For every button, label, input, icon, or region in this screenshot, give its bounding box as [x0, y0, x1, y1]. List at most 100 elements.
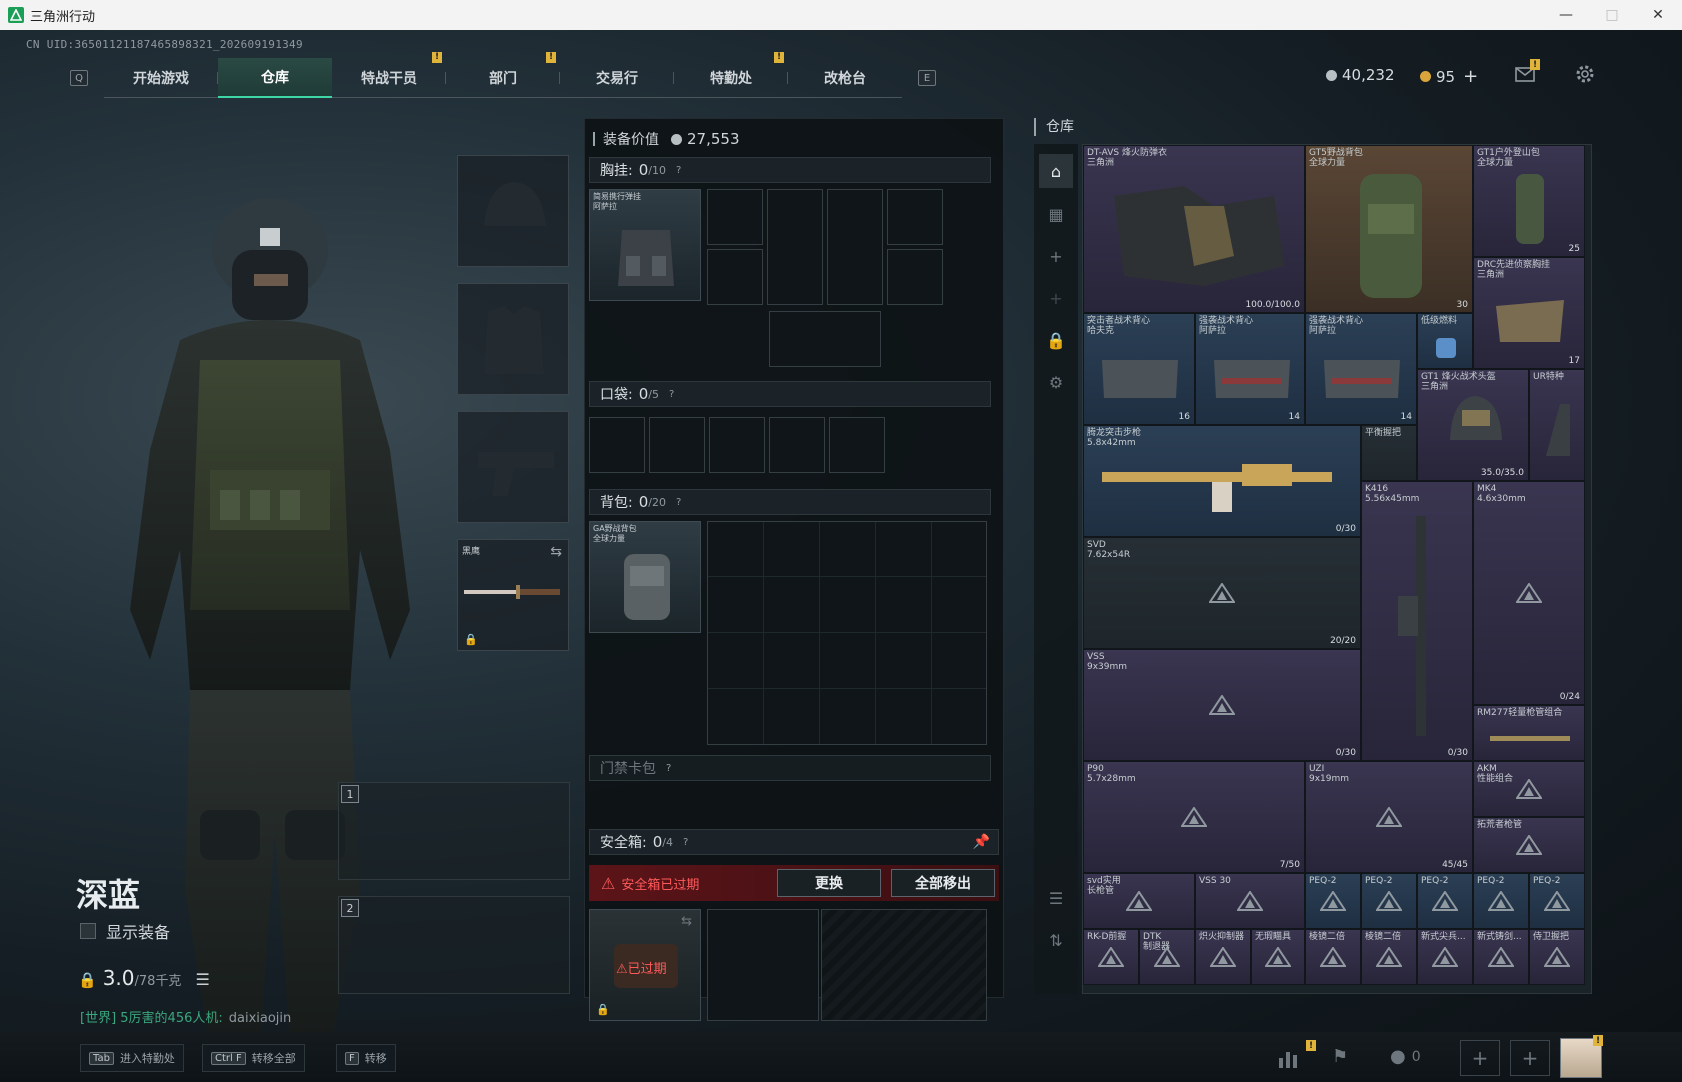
helmet-slot[interactable]: [457, 155, 569, 267]
inventory-item[interactable]: RK-D前握: [1083, 929, 1139, 985]
inventory-item[interactable]: GT1户外登山包 全球力量 25: [1473, 145, 1585, 257]
hint-transfer[interactable]: F 转移: [336, 1044, 396, 1072]
hint-transfer-all[interactable]: Ctrl F 转移全部: [202, 1044, 305, 1072]
grid-cell[interactable]: [887, 189, 943, 245]
inventory-item[interactable]: 无瑕瞄具: [1251, 929, 1305, 985]
inventory-item[interactable]: 新式铸剑...: [1473, 929, 1529, 985]
inventory-item[interactable]: 强袭战术背心 阿萨拉 14: [1195, 313, 1305, 425]
storage-box-icon[interactable]: ▦: [1044, 202, 1068, 226]
close-button[interactable]: ✕: [1636, 0, 1680, 30]
inventory-item[interactable]: 平衡握把: [1361, 425, 1417, 481]
inventory-item[interactable]: PEQ-2: [1529, 873, 1585, 929]
inventory-item[interactable]: 腾龙突击步枪 5.8x42mm 0/30: [1083, 425, 1361, 537]
add-squad-slot-button[interactable]: +: [1460, 1040, 1500, 1076]
inventory-item[interactable]: K416 5.56x45mm 0/30: [1361, 481, 1473, 761]
inventory-item[interactable]: AKM 性能组合: [1473, 761, 1585, 817]
primary-weapon-slot-1[interactable]: 1: [338, 782, 570, 880]
help-icon[interactable]: ?: [676, 497, 681, 508]
help-icon[interactable]: ?: [676, 165, 681, 176]
pistol-slot[interactable]: [457, 411, 569, 523]
nav-next-key[interactable]: E: [918, 70, 936, 86]
grid-cell[interactable]: [589, 417, 645, 473]
inventory-item[interactable]: PEQ-2: [1361, 873, 1417, 929]
swap-icon[interactable]: ⇆: [550, 544, 562, 560]
inventory-item[interactable]: 强袭战术背心 阿萨拉 14: [1305, 313, 1417, 425]
inventory-item[interactable]: UR特种: [1529, 369, 1585, 481]
grid-cell[interactable]: [769, 311, 881, 367]
minimize-button[interactable]: —: [1544, 0, 1588, 30]
tab-operators[interactable]: 特战干员!: [332, 51, 446, 98]
tab-department[interactable]: 部门!: [446, 51, 560, 98]
sort-icon[interactable]: ⇅: [1044, 928, 1068, 952]
inventory-item[interactable]: svd实用 长枪管: [1083, 873, 1195, 929]
safebox-cell[interactable]: [707, 909, 819, 1021]
show-equipment-toggle[interactable]: 显示装备: [80, 919, 170, 943]
inventory-item[interactable]: 新式尖兵...: [1417, 929, 1473, 985]
tab-special-ops[interactable]: 特勤处!: [674, 51, 788, 98]
flag-icon[interactable]: ⚑: [1332, 1046, 1356, 1070]
inventory-item[interactable]: 低级燃料: [1417, 313, 1473, 369]
grid-cell[interactable]: [887, 249, 943, 305]
grid-cell[interactable]: [769, 417, 825, 473]
inventory-item[interactable]: MK4 4.6x30mm 0/24: [1473, 481, 1585, 705]
warehouse-home-icon[interactable]: ⌂: [1039, 154, 1073, 188]
replace-safebox-button[interactable]: 更换: [777, 869, 881, 897]
grid-cell[interactable]: [707, 189, 763, 245]
add-currency-button[interactable]: +: [1463, 66, 1478, 87]
inventory-item[interactable]: 侍卫握把: [1529, 929, 1585, 985]
inventory-item[interactable]: 突击者战术背心 哈夫克 16: [1083, 313, 1195, 425]
grid-cell[interactable]: [767, 189, 823, 305]
inventory-item[interactable]: VSS 9x39mm 0/30: [1083, 649, 1361, 761]
inventory-item[interactable]: RM277轻量枪管组合: [1473, 705, 1585, 761]
swap-icon[interactable]: ⇆: [681, 914, 692, 929]
inventory-item[interactable]: DRC先进侦察胸挂 三角洲 17: [1473, 257, 1585, 369]
add-squad-slot-button[interactable]: +: [1510, 1040, 1550, 1076]
safebox-item[interactable]: ⚠已过期 ⇆ 🔒: [589, 909, 701, 1021]
help-icon[interactable]: ?: [683, 837, 688, 848]
inventory-item[interactable]: VSS 30: [1195, 873, 1305, 929]
friends-counter[interactable]: ● 0: [1390, 1046, 1421, 1067]
tab-trade[interactable]: 交易行: [560, 58, 674, 98]
chest-rig-item[interactable]: 简易携行弹挂 阿萨拉: [589, 189, 701, 301]
inventory-item[interactable]: PEQ-2: [1473, 873, 1529, 929]
world-chat-line[interactable]: [世界] 5厉害的456人机: daixiaojin: [80, 1007, 291, 1026]
list-icon[interactable]: ☰: [195, 970, 209, 989]
grid-cell[interactable]: [827, 189, 883, 305]
help-icon[interactable]: ?: [669, 389, 674, 400]
add-page-icon[interactable]: +: [1044, 286, 1068, 310]
backpack-grid[interactable]: [707, 521, 987, 745]
inventory-item[interactable]: PEQ-2: [1305, 873, 1361, 929]
inventory-item[interactable]: 拓荒者枪管: [1473, 817, 1585, 873]
maximize-button[interactable]: □: [1590, 0, 1634, 30]
inventory-item[interactable]: GT5野战背包 全球力量 30: [1305, 145, 1473, 313]
settings-gear-icon[interactable]: [1574, 63, 1596, 85]
inventory-item[interactable]: SVD 7.62x54R 20/20: [1083, 537, 1361, 649]
help-icon[interactable]: ?: [666, 763, 671, 774]
inventory-item[interactable]: DT-AVS 烽火防弹衣 三角洲 100.0/100.0: [1083, 145, 1305, 313]
tab-warehouse[interactable]: 仓库: [218, 57, 332, 98]
grid-cell[interactable]: [649, 417, 705, 473]
player-avatar[interactable]: !: [1560, 1035, 1603, 1078]
grid-cell[interactable]: [829, 417, 885, 473]
lock-icon[interactable]: 🔒: [1044, 328, 1068, 352]
grid-cell[interactable]: [707, 249, 763, 305]
primary-weapon-slot-2[interactable]: 2: [338, 896, 570, 994]
melee-slot[interactable]: 黑鹰 ⇆ 🔒: [457, 539, 569, 651]
checkbox[interactable]: [80, 923, 96, 939]
pin-icon[interactable]: 📌: [973, 834, 990, 850]
nav-prev-key[interactable]: Q: [70, 70, 88, 86]
mail-icon[interactable]: !: [1514, 59, 1540, 85]
tab-gunsmith[interactable]: 改枪台: [788, 58, 902, 98]
inventory-item[interactable]: 棱镜二倍: [1305, 929, 1361, 985]
layers-icon[interactable]: ☰: [1044, 886, 1068, 910]
inventory-item[interactable]: GT1 烽火战术头盔 三角洲 35.0/35.0: [1417, 369, 1529, 481]
grid-cell[interactable]: [709, 417, 765, 473]
inventory-item[interactable]: 棱镜二倍: [1361, 929, 1417, 985]
inventory-item[interactable]: 炽火抑制器: [1195, 929, 1251, 985]
hint-enter-special-ops[interactable]: Tab 进入特勤处: [80, 1044, 184, 1072]
add-page-icon[interactable]: +: [1044, 244, 1068, 268]
backpack-item[interactable]: GA野战背包 全球力量: [589, 521, 701, 633]
stats-chart-icon[interactable]: !: [1276, 1040, 1316, 1070]
tab-start-game[interactable]: 开始游戏: [104, 58, 218, 98]
armor-slot[interactable]: [457, 283, 569, 395]
